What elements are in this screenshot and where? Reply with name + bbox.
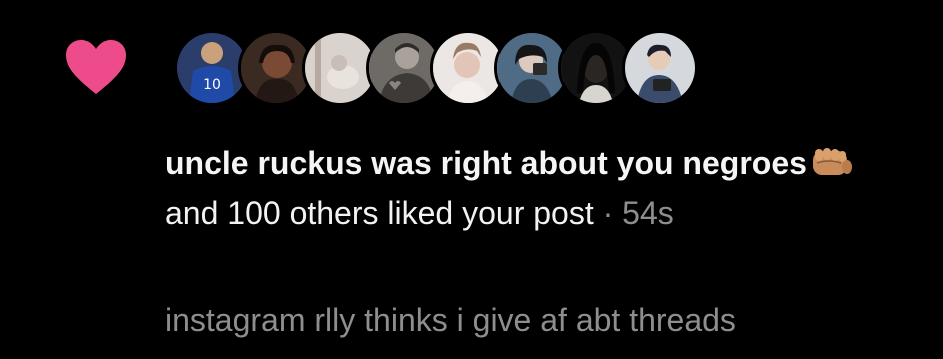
- avatar[interactable]: [622, 30, 698, 106]
- jersey-number: 10: [203, 77, 221, 93]
- liker-avatars[interactable]: 10: [174, 28, 698, 108]
- notification-text[interactable]: uncle ruckus was right about you negroes…: [165, 138, 905, 238]
- username-link[interactable]: uncle ruckus was right about you negroes: [165, 145, 863, 181]
- separator: ·: [593, 195, 623, 231]
- oncoming-fist-emoji: [812, 148, 852, 175]
- heart-icon: [66, 40, 126, 94]
- username: uncle ruckus was right about you negroes: [165, 145, 807, 181]
- timestamp: 54s: [622, 195, 674, 231]
- caption-text: instagram rlly thinks i give af abt thre…: [165, 302, 736, 338]
- action-text: and 100 others liked your post: [165, 195, 594, 231]
